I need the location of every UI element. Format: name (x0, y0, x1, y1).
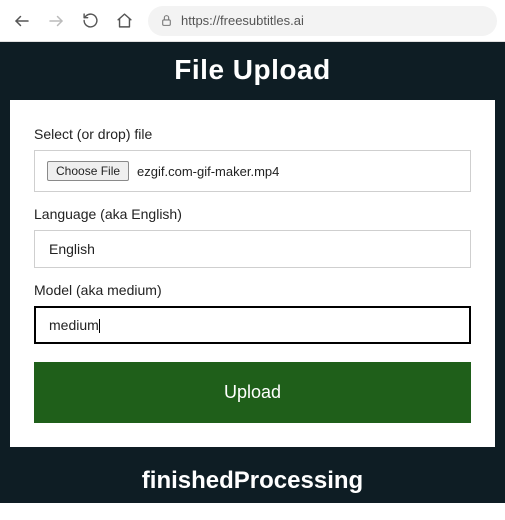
lock-icon (160, 14, 173, 27)
language-value: English (49, 241, 95, 257)
page-header: File Upload (0, 42, 505, 100)
model-input[interactable]: medium (34, 306, 471, 344)
url-text: https://freesubtitles.ai (181, 13, 304, 28)
model-value: medium (49, 317, 100, 333)
file-label: Select (or drop) file (34, 126, 471, 142)
file-input[interactable]: Choose File ezgif.com-gif-maker.mp4 (34, 150, 471, 192)
browser-bar: https://freesubtitles.ai (0, 0, 505, 42)
reload-button[interactable] (76, 7, 104, 35)
back-button[interactable] (8, 7, 36, 35)
upload-card: Select (or drop) file Choose File ezgif.… (10, 100, 495, 447)
chosen-file-name: ezgif.com-gif-maker.mp4 (137, 164, 279, 179)
model-label: Model (aka medium) (34, 282, 471, 298)
footer-bar: finishedProcessing (0, 447, 505, 503)
page-title: File Upload (0, 54, 505, 86)
language-input[interactable]: English (34, 230, 471, 268)
address-bar[interactable]: https://freesubtitles.ai (148, 6, 497, 36)
choose-file-button[interactable]: Choose File (47, 161, 129, 181)
home-button[interactable] (110, 7, 138, 35)
language-label: Language (aka English) (34, 206, 471, 222)
upload-button[interactable]: Upload (34, 362, 471, 423)
forward-button[interactable] (42, 7, 70, 35)
status-heading: finishedProcessing (0, 467, 505, 495)
card-wrap: Select (or drop) file Choose File ezgif.… (0, 100, 505, 447)
